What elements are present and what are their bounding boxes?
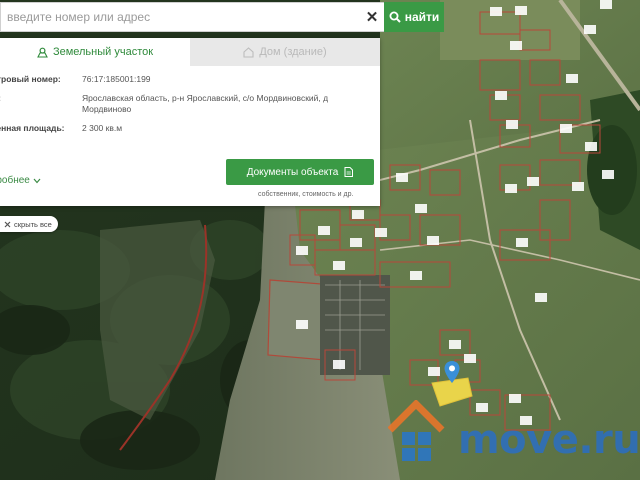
property-row: Кадастровый номер: 76:17:185001:199 — [0, 74, 380, 85]
tab-building[interactable]: Дом (здание) — [190, 38, 380, 66]
land-plot-icon — [37, 47, 48, 58]
house-logo — [388, 400, 445, 461]
tab-building-label: Дом (здание) — [259, 46, 327, 58]
object-documents-button[interactable]: Документы объекта — [226, 159, 374, 185]
object-documents-label: Документы объекта — [246, 166, 339, 178]
object-properties: Кадастровый номер: 76:17:185001:199 Адре… — [0, 66, 380, 134]
property-value: Ярославская область, р-н Ярославский, с/… — [82, 93, 329, 114]
search-button-label: найти — [404, 10, 440, 24]
watermark: move.ru — [388, 400, 640, 480]
document-icon — [344, 167, 354, 177]
more-details-label: Подробнее — [0, 175, 30, 186]
property-key: Адрес: — [0, 93, 82, 115]
search-bar: ✕ найти — [0, 2, 444, 32]
tab-land-plot[interactable]: Земельный участок — [0, 38, 190, 66]
object-tabs: Земельный участок Дом (здание) — [0, 38, 380, 66]
building-icon — [243, 46, 254, 58]
clear-search-button[interactable]: ✕ — [360, 2, 384, 32]
map-pin-icon[interactable] — [443, 360, 461, 384]
tab-land-plot-label: Земельный участок — [52, 46, 154, 58]
documents-subtitle: собственник, стоимость и др. — [258, 191, 354, 198]
hide-all-label: скрыть все — [14, 219, 52, 229]
more-details-link[interactable]: Подробнее — [0, 175, 41, 186]
hide-all-button[interactable]: скрыть все — [0, 216, 58, 232]
property-row: Адрес: Ярославская область, р-н Ярославс… — [0, 93, 380, 115]
object-info-panel: Земельный участок Дом (здание) Кадастров… — [0, 38, 380, 206]
watermark-text: move.ru — [458, 417, 640, 463]
property-row: Уточненная площадь: 2 300 кв.м — [0, 123, 380, 134]
chevron-down-icon — [33, 178, 41, 183]
close-icon — [4, 221, 11, 227]
property-key: Кадастровый номер: — [0, 74, 61, 84]
close-icon: ✕ — [365, 9, 379, 26]
search-button[interactable]: найти — [384, 2, 444, 32]
search-input[interactable] — [0, 2, 360, 32]
search-icon — [389, 11, 401, 23]
property-value: 76:17:185001:199 — [82, 74, 151, 84]
property-key: Уточненная площадь: — [0, 123, 65, 133]
property-value: 2 300 кв.м — [82, 123, 123, 133]
